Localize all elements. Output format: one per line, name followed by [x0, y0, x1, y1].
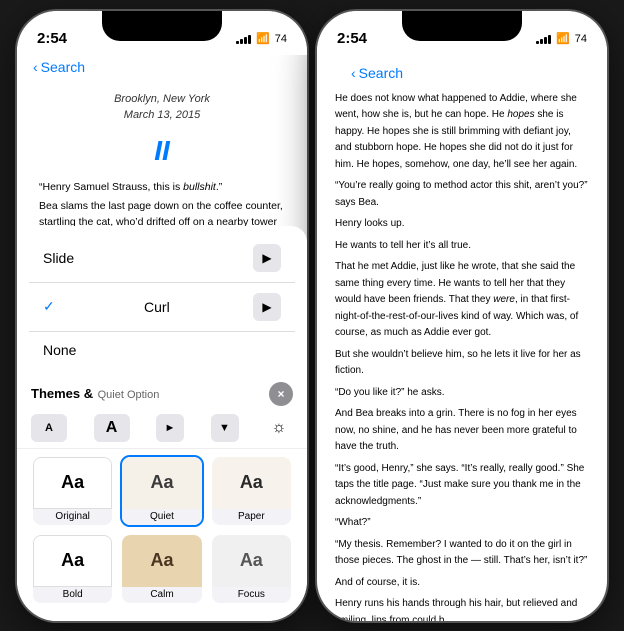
themes-header: Themes & Quiet Option ×: [17, 376, 307, 408]
theme-bold[interactable]: Aa Bold: [31, 533, 114, 605]
overlay-panel: Slide ▶ ✓ Curl ▶ None: [17, 226, 307, 621]
notch-right: [402, 11, 522, 41]
right-phone: 2:54 📶 74 ‹ Search: [317, 11, 607, 621]
rp11: “My thesis. Remember? I wanted to do it …: [335, 537, 589, 570]
theme-original-preview: Aa: [33, 457, 112, 509]
signal-icon-right: [536, 34, 551, 44]
chapter-number: II: [39, 130, 285, 172]
font-small-button[interactable]: A: [31, 414, 67, 442]
theme-focus-label: Focus: [212, 587, 291, 603]
chevron-left-icon-right: ‹: [351, 65, 356, 81]
rp8: And Bea breaks into a grin. There is no …: [335, 406, 589, 456]
font-size-controls: A A ► ▼ ☼: [17, 408, 307, 449]
font-layout-button[interactable]: ▼: [211, 414, 239, 442]
slide-option-slide[interactable]: Slide ▶: [29, 234, 295, 283]
theme-calm-label: Calm: [122, 587, 201, 603]
battery-left: 74: [275, 33, 287, 45]
theme-bold-label: Bold: [33, 587, 112, 603]
theme-bold-preview: Aa: [33, 535, 112, 587]
themes-title: Themes & Quiet Option: [31, 385, 159, 403]
theme-focus-preview: Aa: [212, 535, 291, 587]
theme-quiet[interactable]: Aa Quiet: [120, 455, 203, 527]
rp7: “Do you like it?” he asks.: [335, 385, 589, 402]
slide-option-none[interactable]: None: [29, 332, 295, 368]
rp3: Henry looks up.: [335, 216, 589, 233]
reading-text: He does not know what happened to Addie,…: [335, 91, 589, 621]
rp13: Henry runs his hands through his hair, b…: [335, 596, 589, 621]
theme-calm-aa: Aa: [150, 550, 173, 571]
back-button-right[interactable]: ‹ Search: [351, 65, 573, 81]
theme-original[interactable]: Aa Original: [31, 455, 114, 527]
font-large-button[interactable]: A: [94, 414, 130, 442]
left-content: ‹ Search Brooklyn, New York March 13, 20…: [17, 55, 307, 321]
slide-icon: ▶: [253, 244, 281, 272]
check-icon: ✓: [43, 298, 55, 315]
theme-original-aa: Aa: [61, 472, 84, 493]
theme-original-label: Original: [33, 509, 112, 525]
rp10: “What?”: [335, 515, 589, 532]
theme-paper-aa: Aa: [240, 472, 263, 493]
curl-label: Curl: [144, 299, 170, 315]
time-left: 2:54: [37, 30, 67, 47]
theme-focus[interactable]: Aa Focus: [210, 533, 293, 605]
back-button-left[interactable]: ‹ Search: [33, 59, 291, 75]
theme-paper-label: Paper: [212, 509, 291, 525]
book-location: Brooklyn, New York March 13, 2015: [39, 91, 285, 124]
curl-icon: ▶: [253, 293, 281, 321]
quiet-options-label: Quiet Option: [98, 389, 160, 401]
theme-quiet-preview: Aa: [122, 457, 201, 509]
slide-label: Slide: [43, 250, 74, 266]
nav-bar-left: ‹ Search: [17, 55, 307, 81]
themes-grid: Aa Original Aa Quiet Aa Pap: [17, 449, 307, 611]
theme-quiet-label: Quiet: [122, 509, 201, 525]
rp5: That he met Addie, just like he wrote, t…: [335, 259, 589, 342]
wifi-icon: 📶: [256, 32, 270, 45]
rp6: But she wouldn’t believe him, so he lets…: [335, 347, 589, 380]
rp12: And of course, it is.: [335, 575, 589, 592]
rp9: “It’s good, Henry,” she says. “It’s real…: [335, 461, 589, 511]
rp2: “You’re really going to method actor thi…: [335, 178, 589, 211]
wifi-icon-right: 📶: [556, 32, 570, 45]
signal-icon: [236, 34, 251, 44]
none-label: None: [43, 342, 76, 358]
right-content: ‹ Search He does not know what happened …: [317, 55, 607, 621]
theme-calm[interactable]: Aa Calm: [120, 533, 203, 605]
nav-bar-right: ‹ Search: [335, 61, 589, 87]
theme-focus-aa: Aa: [240, 550, 263, 571]
rp4: He wants to tell her it’s all true.: [335, 238, 589, 255]
theme-calm-preview: Aa: [122, 535, 201, 587]
status-icons-right: 📶 74: [536, 32, 587, 45]
rp1: He does not know what happened to Addie,…: [335, 91, 589, 174]
para-1: “Henry Samuel Strauss, this is bullshit.…: [39, 180, 285, 196]
battery-right: 74: [575, 33, 587, 45]
status-icons-left: 📶 74: [236, 32, 287, 45]
notch: [102, 11, 222, 41]
theme-quiet-aa: Aa: [150, 472, 173, 493]
chevron-left-icon: ‹: [33, 59, 38, 75]
left-phone: 2:54 📶 74 ‹ Search: [17, 11, 307, 621]
theme-bold-aa: Aa: [61, 550, 84, 571]
time-right: 2:54: [337, 30, 367, 47]
theme-paper[interactable]: Aa Paper: [210, 455, 293, 527]
theme-paper-preview: Aa: [212, 457, 291, 509]
font-style-button[interactable]: ►: [156, 414, 184, 442]
slide-options: Slide ▶ ✓ Curl ▶ None: [29, 234, 295, 368]
slide-option-curl[interactable]: ✓ Curl ▶: [29, 283, 295, 332]
brightness-button[interactable]: ☼: [265, 414, 293, 442]
close-button[interactable]: ×: [269, 382, 293, 406]
